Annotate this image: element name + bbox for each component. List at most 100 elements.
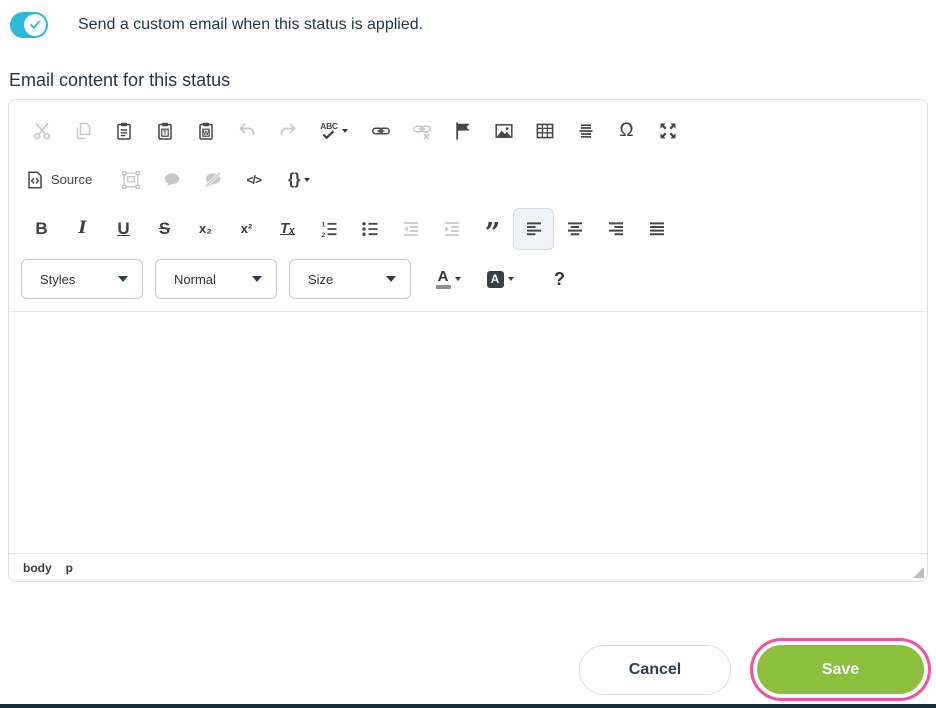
footer-actions: Cancel Save bbox=[0, 638, 931, 701]
remove-format-icon: Tₓ bbox=[279, 220, 296, 237]
insert-image-button[interactable] bbox=[483, 110, 524, 152]
align-left-button[interactable] bbox=[513, 207, 554, 250]
decrease-indent-button[interactable] bbox=[390, 208, 431, 250]
question-mark-icon: ? bbox=[554, 268, 565, 289]
blockquote-icon: ” bbox=[484, 217, 501, 249]
maximize-icon bbox=[660, 123, 675, 138]
align-left-icon bbox=[526, 221, 541, 235]
styles-dropdown-label: Styles bbox=[40, 271, 76, 287]
italic-button[interactable]: I bbox=[62, 208, 103, 250]
size-dropdown-label: Size bbox=[308, 271, 334, 287]
iframe-icon bbox=[121, 170, 140, 189]
save-highlight-annotation: Save bbox=[750, 638, 931, 701]
toggle-row: Send a custom email when this status is … bbox=[0, 0, 936, 38]
indent-icon bbox=[444, 221, 459, 236]
about-button[interactable]: ? bbox=[539, 258, 580, 300]
scissors-icon bbox=[33, 122, 50, 139]
send-custom-email-toggle[interactable] bbox=[10, 12, 48, 38]
underline-button[interactable]: U bbox=[103, 208, 144, 250]
comment-slash-icon bbox=[204, 171, 221, 187]
resize-grip[interactable] bbox=[913, 567, 924, 578]
save-button[interactable]: Save bbox=[757, 645, 924, 694]
breadcrumb-p[interactable]: p bbox=[66, 561, 73, 575]
spellcheck-button[interactable]: ABC bbox=[308, 110, 360, 152]
svg-text:W: W bbox=[203, 130, 209, 136]
chevron-down-icon bbox=[341, 128, 348, 133]
background-color-button[interactable]: A bbox=[483, 258, 517, 300]
toggle-knob bbox=[24, 14, 46, 36]
code-icon: </> bbox=[246, 172, 262, 187]
section-label: Email content for this status bbox=[9, 70, 231, 90]
braces-icon: {} bbox=[287, 170, 301, 188]
editor-toolbar: T W ABC Ω Source </> {} B I U S x₂ x² Tₓ… bbox=[9, 100, 927, 311]
link-button[interactable] bbox=[360, 110, 401, 152]
paste-plain-text-button[interactable]: T bbox=[144, 110, 185, 152]
bold-icon: B bbox=[35, 219, 48, 238]
text-color-button[interactable]: A bbox=[431, 258, 465, 300]
horizontal-rule-icon bbox=[579, 123, 592, 138]
editor-content-area[interactable] bbox=[9, 311, 927, 553]
strikethrough-button[interactable]: S bbox=[144, 208, 185, 250]
font-size-dropdown[interactable]: Size bbox=[289, 259, 411, 299]
merge-tags-button[interactable]: {} bbox=[274, 159, 324, 201]
redo-button[interactable] bbox=[267, 110, 308, 152]
styles-dropdown[interactable]: Styles bbox=[21, 259, 143, 299]
maximize-button[interactable] bbox=[647, 110, 688, 152]
align-right-button[interactable] bbox=[595, 208, 636, 250]
svg-text:2: 2 bbox=[321, 231, 325, 238]
superscript-button[interactable]: x² bbox=[226, 208, 267, 250]
omega-icon: Ω bbox=[619, 120, 634, 141]
numbered-list-button[interactable]: 12 bbox=[308, 208, 349, 250]
unlink-icon bbox=[412, 124, 431, 139]
cut-button[interactable] bbox=[21, 110, 62, 152]
underline-icon: U bbox=[117, 219, 130, 238]
table-icon bbox=[536, 123, 553, 138]
breadcrumb-body[interactable]: body bbox=[23, 561, 52, 575]
italic-icon: I bbox=[78, 218, 87, 238]
chevron-down-icon bbox=[252, 276, 262, 282]
redo-icon bbox=[280, 123, 295, 135]
anchor-button[interactable] bbox=[442, 110, 483, 152]
iframe-button[interactable] bbox=[110, 159, 151, 201]
subscript-button[interactable]: x₂ bbox=[185, 208, 226, 250]
code-snippet-button[interactable]: </> bbox=[233, 159, 274, 201]
paste-text-icon: T bbox=[157, 122, 172, 140]
comment-button[interactable] bbox=[151, 159, 192, 201]
horizontal-rule-button[interactable] bbox=[565, 110, 606, 152]
increase-indent-button[interactable] bbox=[431, 208, 472, 250]
source-button[interactable]: Source bbox=[21, 159, 96, 201]
undo-button[interactable] bbox=[226, 110, 267, 152]
special-character-button[interactable]: Ω bbox=[606, 110, 647, 152]
unlink-button[interactable] bbox=[401, 110, 442, 152]
toolbar-row-3: B I U S x₂ x² Tₓ 12 ” bbox=[21, 204, 917, 253]
cancel-button[interactable]: Cancel bbox=[579, 644, 731, 695]
format-dropdown-label: Normal bbox=[174, 271, 216, 287]
hide-comments-button[interactable] bbox=[192, 159, 233, 201]
bold-button[interactable]: B bbox=[21, 208, 62, 250]
chevron-down-icon bbox=[386, 276, 396, 282]
paste-icon bbox=[116, 122, 131, 140]
chevron-down-icon bbox=[118, 276, 128, 282]
align-justify-icon bbox=[649, 221, 664, 235]
text-color-letter: A bbox=[437, 267, 449, 285]
email-status-panel: Send a custom email when this status is … bbox=[0, 0, 936, 708]
blockquote-button[interactable]: ” bbox=[472, 208, 513, 250]
source-document-icon bbox=[28, 170, 42, 189]
paragraph-format-dropdown[interactable]: Normal bbox=[155, 259, 277, 299]
comment-icon bbox=[164, 172, 179, 187]
svg-text:1: 1 bbox=[321, 221, 325, 228]
align-center-button[interactable] bbox=[554, 208, 595, 250]
copy-button[interactable] bbox=[62, 110, 103, 152]
paste-button[interactable] bbox=[103, 110, 144, 152]
align-justify-button[interactable] bbox=[636, 208, 677, 250]
paste-from-word-button[interactable]: W bbox=[185, 110, 226, 152]
insert-table-button[interactable] bbox=[524, 110, 565, 152]
toolbar-row-4: Styles Normal Size A A ? bbox=[21, 253, 917, 305]
editor-status-bar: body p bbox=[9, 553, 927, 581]
remove-format-button[interactable]: Tₓ bbox=[267, 208, 308, 250]
text-color-bar bbox=[435, 285, 451, 289]
undo-icon bbox=[239, 123, 254, 135]
chevron-down-icon bbox=[454, 277, 461, 281]
bulleted-list-button[interactable] bbox=[349, 208, 390, 250]
spellcheck-abc-icon: ABC bbox=[320, 122, 338, 139]
